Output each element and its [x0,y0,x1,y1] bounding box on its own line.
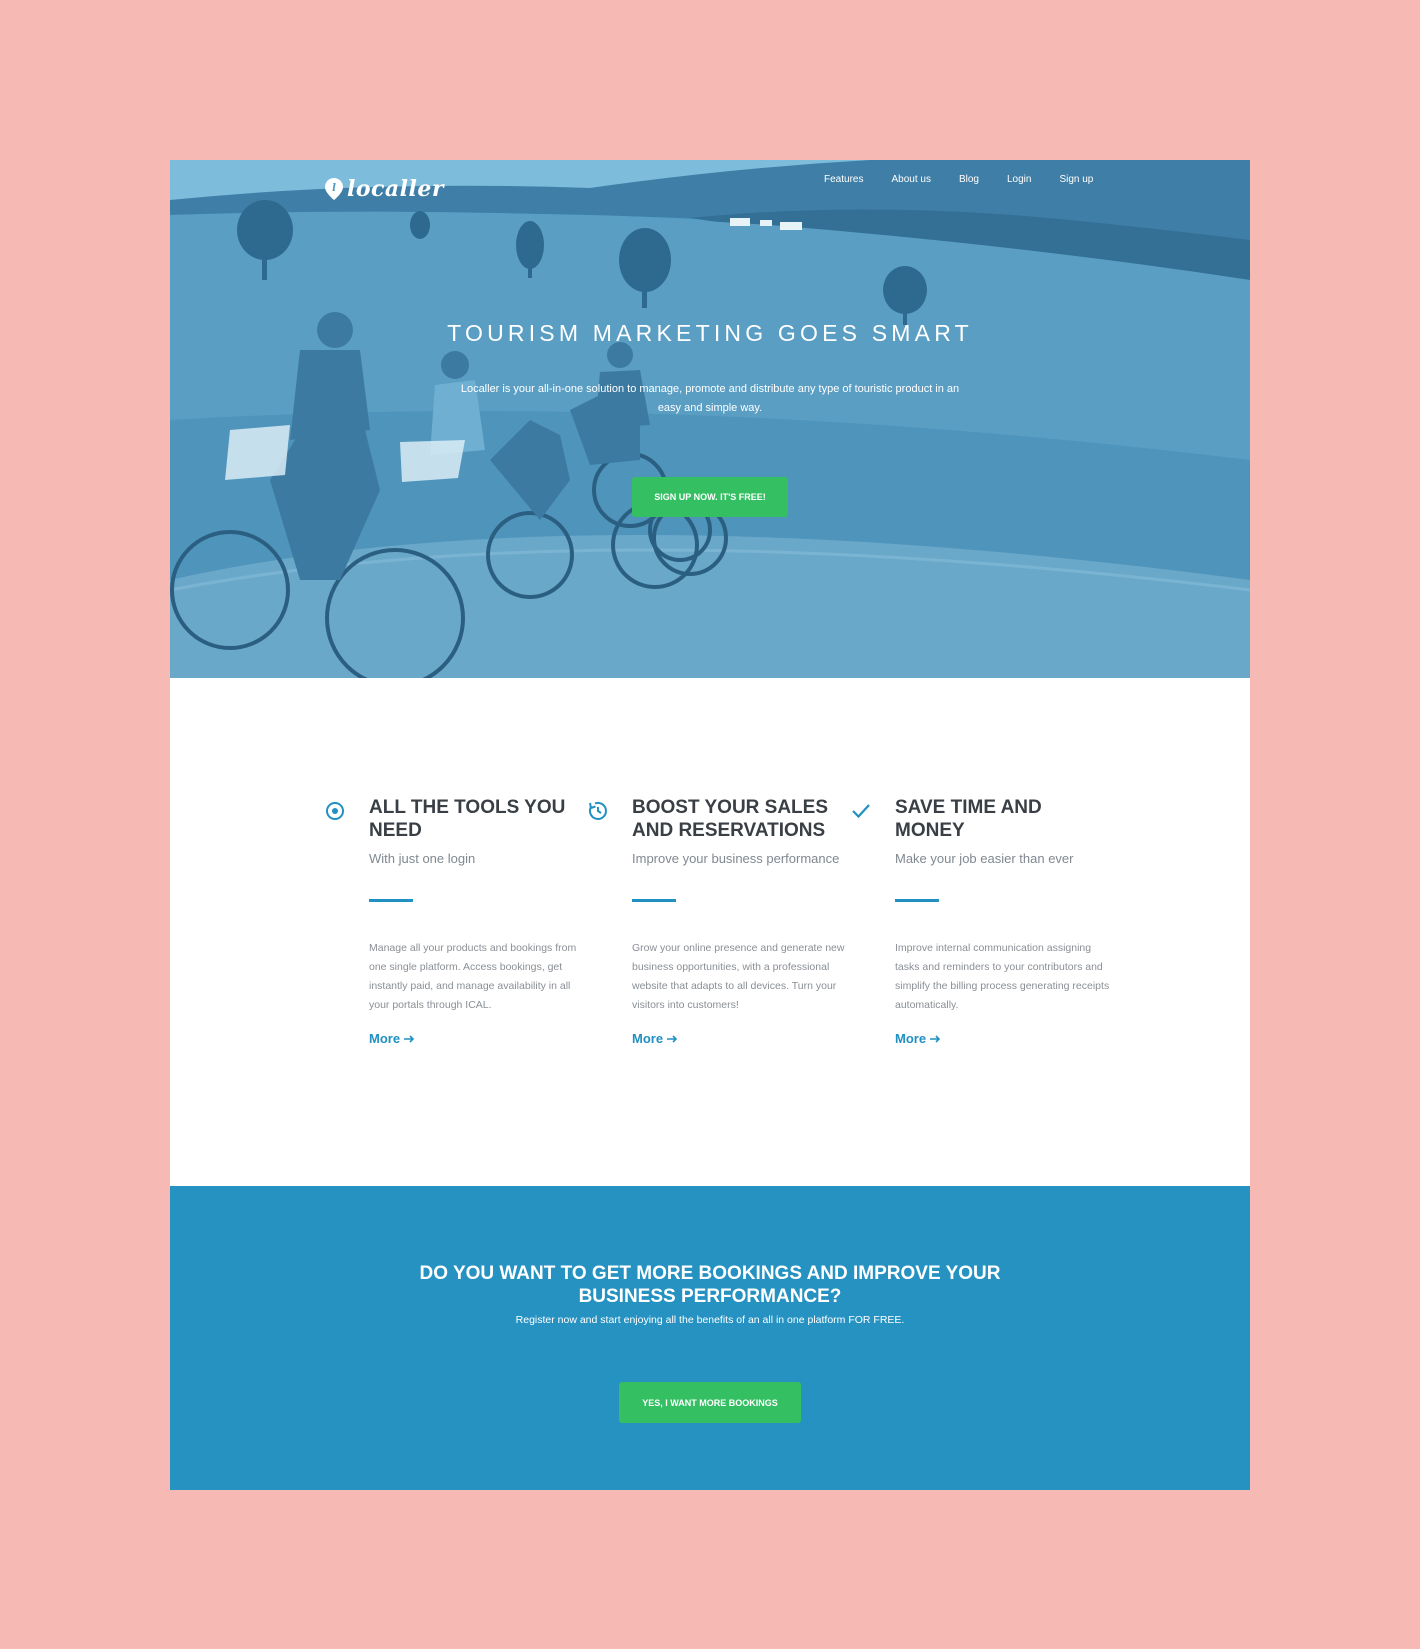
features-section: ALL THE TOOLS YOU NEED With just one log… [170,678,1250,1186]
hero-subtitle: Localler is your all-in-one solution to … [460,383,960,414]
cta-title: DO YOU WANT TO GET MORE BOOKINGS AND IMP… [419,1263,1001,1307]
landing-page: l localler Features About us Blog Login … [170,160,1250,1490]
cta-subtitle: Register now and start enjoying all the … [515,1314,905,1326]
feature-more-link[interactable]: More [895,1031,941,1046]
feature-tagline: Improve your business performance [632,851,840,866]
hero-cyclists-illustration [170,160,1250,678]
arrow-right-icon [667,1034,678,1043]
nav-item-login[interactable]: Login [993,174,1045,186]
nav-item-about-us[interactable]: About us [877,174,944,186]
hero-title: TOURISM MARKETING GOES SMART [447,320,973,346]
feature-divider [369,899,413,902]
target-icon [326,802,344,820]
logo-letter: l [332,183,336,194]
arrow-right-icon [404,1034,415,1043]
more-label: More [632,1031,664,1046]
hero-section: l localler Features About us Blog Login … [170,160,1250,678]
more-label: More [369,1031,401,1046]
feature-title: SAVE TIME AND MONEY [895,797,1042,841]
feature-description: Improve internal communication assigning… [895,942,1110,1011]
refresh-clock-icon [588,801,607,820]
logo-wordmark: localler [347,176,444,202]
main-navigation: Features About us Blog Login Sign up [810,174,1107,186]
hero-signup-button[interactable]: SIGN UP NOW. IT'S FREE! [632,477,788,517]
checkmark-icon [852,804,870,819]
feature-card-tools: ALL THE TOOLS YOU NEED With just one log… [326,796,589,1048]
feature-more-link[interactable]: More [369,1031,415,1046]
feature-title: ALL THE TOOLS YOU NEED [369,797,566,841]
location-pin-icon: l [325,178,343,200]
more-label: More [895,1031,927,1046]
feature-more-link[interactable]: More [632,1031,678,1046]
feature-divider [632,899,676,902]
cta-more-bookings-button[interactable]: YES, I WANT MORE BOOKINGS [619,1382,801,1423]
feature-card-save-time: SAVE TIME AND MONEY Make your job easier… [852,796,1115,1048]
nav-item-sign-up[interactable]: Sign up [1045,174,1107,186]
feature-description: Manage all your products and bookings fr… [369,942,577,1011]
feature-tagline: Make your job easier than ever [895,851,1074,866]
feature-description: Grow your online presence and generate n… [632,942,845,1011]
brand-logo[interactable]: l localler [325,174,444,204]
arrow-right-icon [930,1034,941,1043]
cta-section: DO YOU WANT TO GET MORE BOOKINGS AND IMP… [170,1186,1250,1490]
feature-tagline: With just one login [369,851,476,866]
nav-item-blog[interactable]: Blog [945,174,993,186]
feature-title: BOOST YOUR SALES AND RESERVATIONS [632,797,829,841]
feature-divider [895,899,939,902]
nav-item-features[interactable]: Features [810,174,877,186]
feature-card-sales: BOOST YOUR SALES AND RESERVATIONS Improv… [588,796,852,1048]
